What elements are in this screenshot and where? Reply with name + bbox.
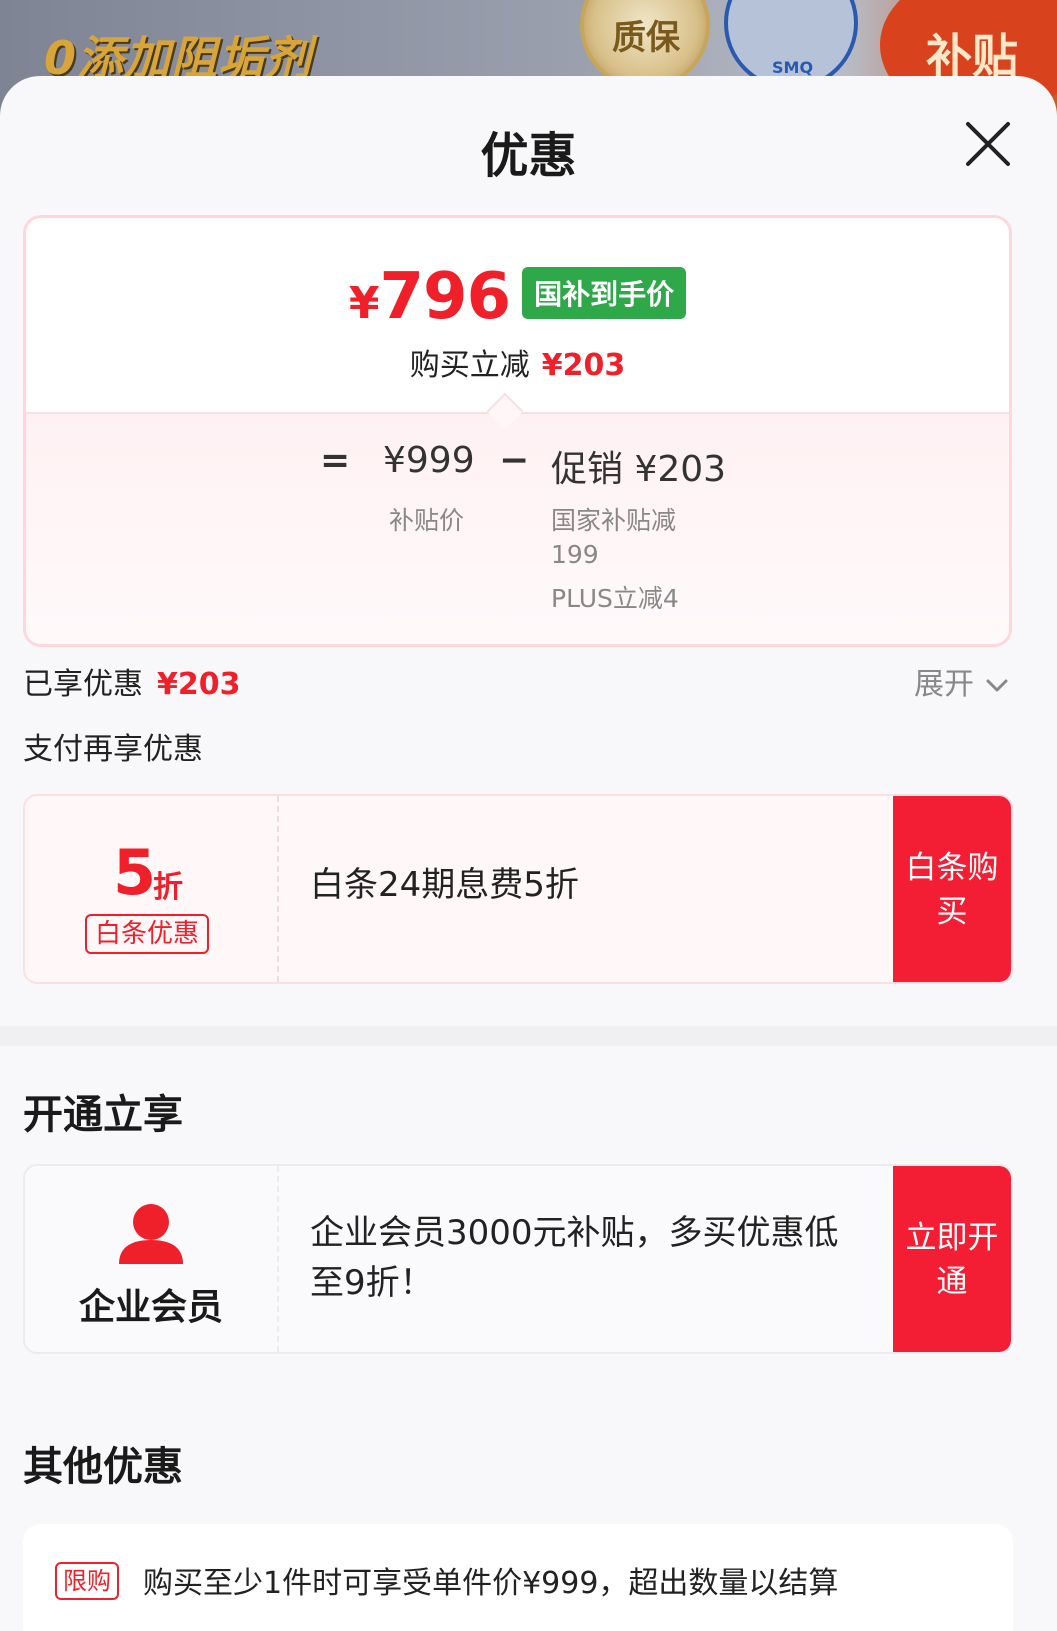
- enterprise-description: 企业会员3000元补贴，多买优惠低至9折！: [310, 1213, 839, 1303]
- price-breakdown-card: ¥796 国补到手价 购买立减 ¥203 = ¥999 − 促销 ¥203 补贴价 …: [23, 215, 1012, 647]
- open-now-button[interactable]: 立即开通: [893, 1166, 1011, 1352]
- formula-base-price: ¥999: [383, 440, 475, 481]
- other-offer-text: 购买至少1件时可享受单件价¥999，超出数量以结算: [143, 1566, 839, 1601]
- enterprise-member-badge: 企业会员: [25, 1166, 279, 1352]
- limit-purchase-tag: 限购: [55, 1562, 119, 1600]
- baitiao-discount-badge: 5 折 白条优惠: [25, 796, 279, 982]
- quality-badge-text: 质保: [612, 18, 680, 58]
- chevron-down-icon: [986, 679, 1008, 691]
- discount-sheet: 优惠 ¥796 国补到手价 购买立减 ¥203 = ¥999 − 促销 ¥203 补…: [0, 76, 1057, 1631]
- open-section-title: 开通立享: [23, 1092, 183, 1138]
- sheet-title: 优惠: [480, 128, 577, 184]
- final-price-section: ¥796 国补到手价 购买立减 ¥203: [26, 218, 1009, 412]
- smq-badge-text: SMQ: [772, 58, 814, 77]
- plus-discount-label: PLUS立减4: [551, 584, 679, 613]
- enjoyed-discount: 已享优惠 ¥203: [23, 659, 241, 703]
- other-section-title: 其他优惠: [23, 1444, 183, 1490]
- price-formula-section: = ¥999 − 促销 ¥203 补贴价 国家补贴减199 PLUS立减4: [26, 414, 1009, 644]
- enterprise-member-card: 企业会员 企业会员3000元补贴，多买优惠低至9折！ 立即开通: [23, 1164, 1013, 1354]
- close-button[interactable]: [960, 116, 1016, 172]
- gov-subsidy-price-tag: 国补到手价: [522, 267, 687, 319]
- enterprise-member-label: 企业会员: [78, 1287, 223, 1328]
- reduce-label: 购买立减: [409, 348, 530, 383]
- user-icon: [119, 1204, 183, 1264]
- baitiao-offer-card: 5 折 白条优惠 白条24期息费5折 白条购买: [23, 794, 1013, 984]
- formula-equals: =: [320, 440, 351, 481]
- reduce-amount: ¥203: [541, 348, 626, 383]
- currency-symbol: ¥: [348, 278, 380, 329]
- enjoyed-label: 已享优惠: [23, 667, 143, 702]
- final-price: 796: [379, 260, 512, 334]
- gov-subsidy-label: 国家补贴减199: [551, 506, 677, 569]
- expand-toggle[interactable]: 展开: [914, 659, 1010, 703]
- baitiao-buy-button[interactable]: 白条购买: [893, 796, 1011, 982]
- reduce-row: 购买立减 ¥203: [26, 340, 1009, 384]
- final-price-row: ¥796 国补到手价: [26, 260, 1009, 334]
- discount-number: 5: [113, 836, 157, 909]
- section-divider: [0, 1026, 1057, 1046]
- enjoyed-amount: ¥203: [157, 667, 241, 702]
- pay-more-title: 支付再享优惠: [23, 732, 203, 767]
- other-offer-card: 限购 购买至少1件时可享受单件价¥999，超出数量以结算: [23, 1524, 1013, 1631]
- formula-minus: −: [499, 440, 530, 481]
- baitiao-tag: 白条优惠: [85, 914, 210, 954]
- formula-promo: 促销 ¥203: [551, 449, 727, 490]
- close-icon: [966, 122, 1010, 166]
- discount-unit: 折: [153, 870, 183, 905]
- expand-label: 展开: [914, 667, 974, 702]
- base-price-label: 补贴价: [389, 506, 465, 535]
- baitiao-description: 白条24期息费5折: [310, 865, 579, 905]
